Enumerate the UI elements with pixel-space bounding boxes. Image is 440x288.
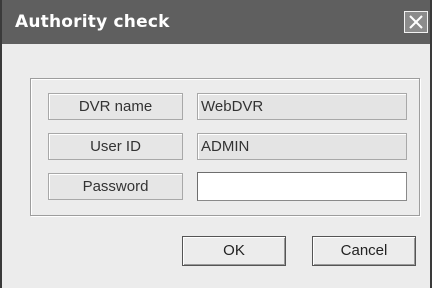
title-bar[interactable]: Authority check	[2, 0, 430, 44]
dvr-name-label: DVR name	[48, 93, 183, 120]
ok-button[interactable]: OK	[182, 236, 286, 266]
close-icon	[409, 15, 423, 29]
close-button[interactable]	[404, 11, 428, 33]
cancel-button[interactable]: Cancel	[312, 236, 416, 266]
user-id-value: ADMIN	[197, 133, 407, 160]
user-id-label: User ID	[48, 133, 183, 160]
authority-check-dialog: Authority check DVR name WebDVR User ID …	[0, 0, 432, 288]
dvr-name-value: WebDVR	[197, 93, 407, 120]
password-field[interactable]	[197, 172, 407, 201]
dialog-title: Authority check	[15, 12, 170, 32]
password-label: Password	[48, 173, 183, 200]
